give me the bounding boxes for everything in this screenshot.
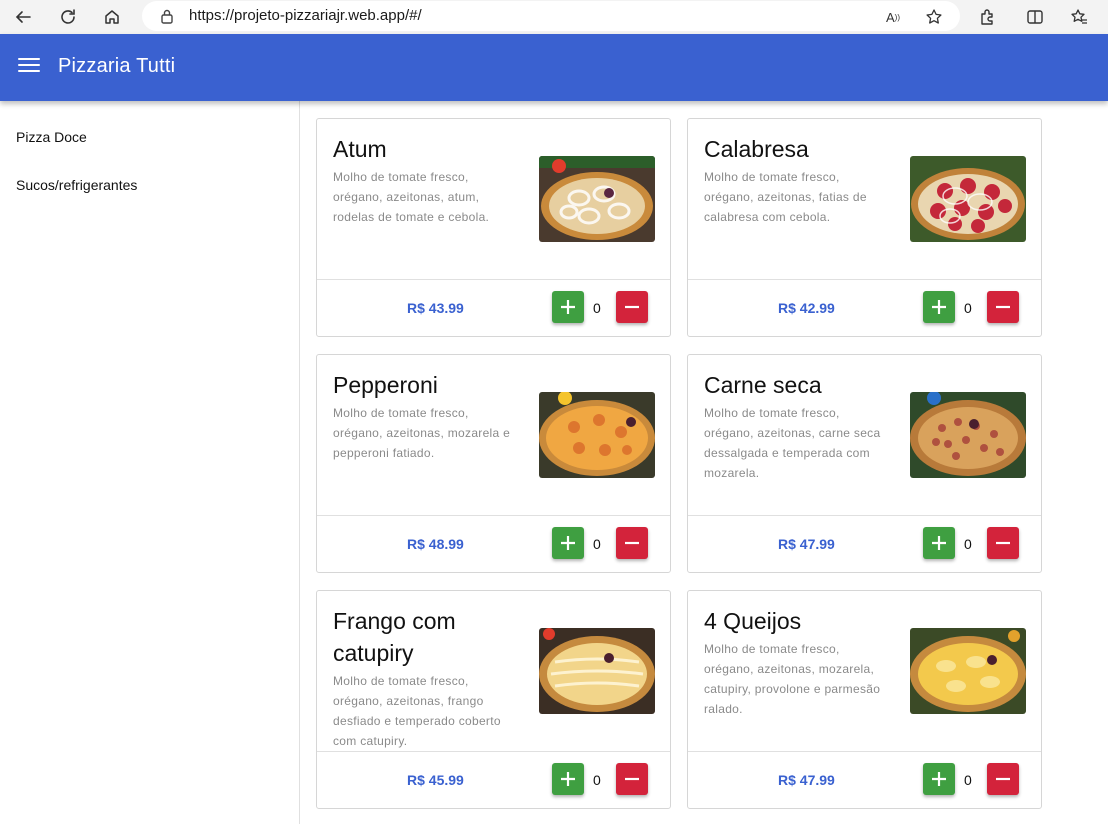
product-card-pepperoni: Pepperoni Molho de tomate fresco, orégan… <box>316 354 671 573</box>
card-divider <box>688 515 1041 516</box>
quantity-value: 0 <box>964 300 972 316</box>
app-title: Pizzaria Tutti <box>58 55 176 77</box>
split-screen-icon[interactable] <box>1021 3 1049 31</box>
remove-button[interactable] <box>616 291 648 323</box>
product-name: Atum <box>333 136 387 162</box>
plus-icon <box>561 536 575 550</box>
product-description: Molho de tomate fresco, orégano, azeiton… <box>704 642 881 716</box>
product-description: Molho de tomate fresco, orégano, azeiton… <box>333 674 501 748</box>
favorites-icon[interactable] <box>1065 3 1093 31</box>
back-icon[interactable] <box>9 3 37 31</box>
extensions-icon[interactable] <box>973 3 1001 31</box>
product-price: R$ 47.99 <box>778 536 835 552</box>
remove-button[interactable] <box>987 763 1019 795</box>
card-divider <box>688 751 1041 752</box>
product-price: R$ 42.99 <box>778 300 835 316</box>
product-price: R$ 48.99 <box>407 536 464 552</box>
pizza-image <box>910 628 1026 714</box>
quantity-value: 0 <box>964 536 972 552</box>
pizza-image <box>910 156 1026 242</box>
product-name: Calabresa <box>704 136 809 162</box>
card-divider <box>317 751 670 752</box>
pizza-image <box>539 628 655 714</box>
plus-icon <box>932 772 946 786</box>
minus-icon <box>625 305 639 309</box>
add-button[interactable] <box>552 763 584 795</box>
card-divider <box>317 279 670 280</box>
card-divider <box>688 279 1041 280</box>
reload-icon[interactable] <box>54 3 82 31</box>
add-button[interactable] <box>923 527 955 559</box>
plus-icon <box>561 300 575 314</box>
pizza-image <box>539 392 655 478</box>
product-price: R$ 43.99 <box>407 300 464 316</box>
product-card-calabresa: Calabresa Molho de tomate fresco, orégan… <box>687 118 1042 337</box>
product-card-4-queijos: 4 Queijos Molho de tomate fresco, orégan… <box>687 590 1042 809</box>
hamburger-menu-icon[interactable] <box>18 58 40 78</box>
plus-icon <box>932 300 946 314</box>
add-button[interactable] <box>923 291 955 323</box>
minus-icon <box>996 305 1010 309</box>
product-price: R$ 45.99 <box>407 772 464 788</box>
home-icon[interactable] <box>98 3 126 31</box>
add-button[interactable] <box>552 291 584 323</box>
card-divider <box>317 515 670 516</box>
product-card-frango-com-catupiry: Frango com catupiry Molho de tomate fres… <box>316 590 671 809</box>
minus-icon <box>625 541 639 545</box>
product-card-atum: Atum Molho de tomate fresco, orégano, az… <box>316 118 671 337</box>
lock-icon <box>160 8 174 29</box>
app-header: Pizzaria Tutti <box>0 34 1108 101</box>
product-price: R$ 47.99 <box>778 772 835 788</box>
product-description: Molho de tomate fresco, orégano, azeiton… <box>333 170 490 224</box>
pizza-image <box>910 392 1026 478</box>
remove-button[interactable] <box>616 527 648 559</box>
product-description: Molho de tomate fresco, orégano, azeiton… <box>704 406 881 480</box>
favorite-star-icon[interactable] <box>923 6 945 28</box>
browser-toolbar: https://projeto-pizzariajr.web.app/#/ A)… <box>0 0 1108 34</box>
product-name: 4 Queijos <box>704 608 802 634</box>
product-card-carne-seca: Carne seca Molho de tomate fresco, oréga… <box>687 354 1042 573</box>
minus-icon <box>996 541 1010 545</box>
product-name: Frango com catupiry <box>333 608 456 666</box>
minus-icon <box>996 777 1010 781</box>
plus-icon <box>932 536 946 550</box>
quantity-value: 0 <box>593 300 601 316</box>
sidebar: Pizza Doce Sucos/refrigerantes <box>0 101 300 824</box>
add-button[interactable] <box>923 763 955 795</box>
product-name: Pepperoni <box>333 372 438 398</box>
read-aloud-icon[interactable]: A)) <box>882 6 904 28</box>
remove-button[interactable] <box>987 527 1019 559</box>
minus-icon <box>625 777 639 781</box>
url-text: https://projeto-pizzariajr.web.app/#/ <box>189 7 422 24</box>
quantity-value: 0 <box>593 772 601 788</box>
product-description: Molho de tomate fresco, orégano, azeiton… <box>333 406 511 460</box>
sidebar-item-pizza-doce[interactable]: Pizza Doce <box>16 129 87 145</box>
quantity-value: 0 <box>964 772 972 788</box>
quantity-value: 0 <box>593 536 601 552</box>
address-bar[interactable]: https://projeto-pizzariajr.web.app/#/ A)… <box>142 1 960 31</box>
remove-button[interactable] <box>616 763 648 795</box>
product-name: Carne seca <box>704 372 822 398</box>
add-button[interactable] <box>552 527 584 559</box>
product-description: Molho de tomate fresco, orégano, azeiton… <box>704 170 867 224</box>
pizza-image <box>539 156 655 242</box>
plus-icon <box>561 772 575 786</box>
sidebar-item-sucos-refrigerantes[interactable]: Sucos/refrigerantes <box>16 177 137 193</box>
remove-button[interactable] <box>987 291 1019 323</box>
